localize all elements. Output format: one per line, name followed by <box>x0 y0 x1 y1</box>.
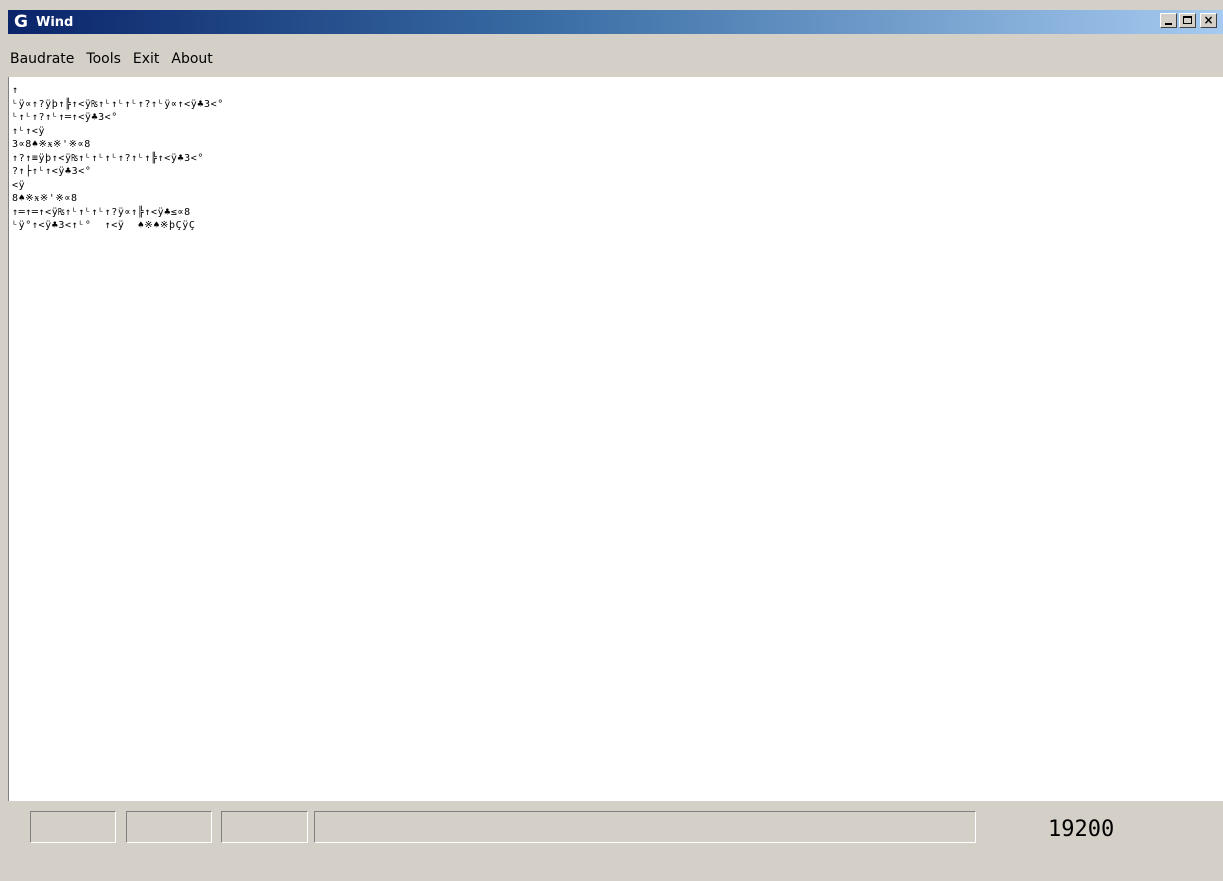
terminal-line: ↑ <box>12 85 19 96</box>
window-title: Wind <box>36 14 74 30</box>
baudrate-display: 19200 <box>1048 817 1115 842</box>
terminal-output[interactable]: ↑ ᴸÿ∝↑?ÿþ↑╠↑<ÿ₨↑ᴸ↑ᴸ↑ᴸ↑?↑ᴸÿ∝↑<ÿ♣3<° ᴸ↑ᴸ↑?… <box>8 77 1223 801</box>
terminal-line: <ÿ <box>12 179 26 191</box>
status-panel-3 <box>221 811 308 843</box>
menu-bar: Baudrate Tools Exit About <box>8 44 1223 74</box>
terminal-line: ?↑├↑ᴸ↑<ÿ♣3<° <box>12 166 92 177</box>
terminal-line: ᴸÿ∝↑?ÿþ↑╠↑<ÿ₨↑ᴸ↑ᴸ↑ᴸ↑?↑ᴸÿ∝↑<ÿ♣3<° <box>12 98 224 110</box>
terminal-line: 8♠※ӿ※'※∝8 <box>12 193 78 204</box>
maximize-button[interactable] <box>1179 13 1196 28</box>
menu-about[interactable]: About <box>165 51 218 67</box>
menu-baudrate[interactable]: Baudrate <box>8 51 80 67</box>
app-g-icon[interactable]: G <box>12 13 30 31</box>
terminal-line: ↑?↑≡ÿþ↑<ÿ₨↑ᴸ↑ᴸ↑ᴸ↑?↑ᴸ↑╠↑<ÿ♣3<° <box>12 152 204 164</box>
terminal-line: ᴸ↑ᴸ↑?↑ᴸ↑═↑<ÿ♣3<° <box>12 112 118 123</box>
status-panel-2 <box>126 811 212 843</box>
status-panel-progress <box>314 811 976 843</box>
application-window: G Wind × Baudrate Tools Exit About ↑ ᴸÿ∝… <box>0 0 1223 881</box>
terminal-line: ↑ᴸ↑<ÿ <box>12 125 46 137</box>
close-icon: × <box>1203 13 1214 27</box>
terminal-line: ᴸÿ°↑<ÿ♣3<↑ᴸ° ↑<ÿ ♠※♠※þÇÿÇ <box>12 220 196 231</box>
title-bar[interactable]: G Wind × <box>8 10 1223 34</box>
menu-tools[interactable]: Tools <box>80 51 127 67</box>
status-panel-1 <box>30 811 116 843</box>
maximize-icon <box>1183 16 1192 24</box>
close-button[interactable]: × <box>1200 13 1217 28</box>
status-bar: 19200 <box>8 801 1223 881</box>
menu-exit[interactable]: Exit <box>127 51 166 67</box>
minimize-icon <box>1165 23 1172 25</box>
terminal-line: ↑═↑═↑<ÿ₨↑ᴸ↑ᴸ↑ᴸ↑?ÿ∝↑╠↑<ÿ♣≤∝8 <box>12 206 191 218</box>
terminal-line: 3∝8♠※ӿ※'※∝8 <box>12 139 91 150</box>
caption-buttons: × <box>1160 13 1217 28</box>
minimize-button[interactable] <box>1160 13 1177 28</box>
